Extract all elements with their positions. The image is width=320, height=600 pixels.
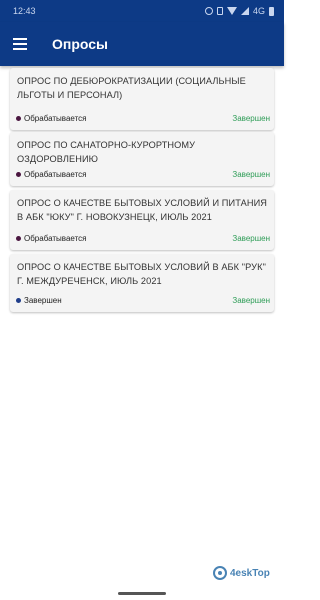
wifi-icon [226,7,237,15]
survey-title: ОПРОС О КАЧЕСТВЕ БЫТОВЫХ УСЛОВИЙ И ПИТАН… [17,198,268,222]
status-dot-icon [16,116,21,121]
gesture-nav-bar[interactable] [118,592,166,595]
survey-card[interactable]: ОПРОС О КАЧЕСТВЕ БЫТОВЫХ УСЛОВИЙ В АБК "… [10,254,274,312]
survey-title: ОПРОС ПО САНАТОРНО-КУРОРТНОМУ ОЗДОРОВЛЕН… [17,140,196,164]
survey-title: ОПРОС ПО ДЕБЮРОКРАТИЗАЦИИ (СОЦИАЛЬНЫЕ ЛЬ… [17,76,246,100]
survey-title: ОПРОС О КАЧЕСТВЕ БЫТОВЫХ УСЛОВИЙ В АБК "… [17,262,266,286]
alarm-icon [204,7,213,15]
status-bar: 12:43 4G [0,0,284,22]
survey-status: Обрабатывается [24,234,87,243]
signal-icon [240,7,249,15]
app-bar: Опросы [0,22,284,66]
survey-result: Завершен [232,296,270,305]
status-dot-icon [16,298,21,303]
watermark-logo-icon [213,566,227,580]
battery-icon [269,6,274,16]
survey-status: Обрабатывается [24,114,87,123]
survey-status: Обрабатывается [24,170,87,179]
status-time: 12:43 [13,6,36,16]
system-icons: 4G [204,0,274,22]
status-dot-icon [16,172,21,177]
survey-status: Завершен [24,296,62,305]
watermark: 4eskTop [213,566,270,580]
vibrate-icon [216,7,223,15]
survey-footer: Обрабатывается Завершен [10,228,274,250]
network-type-label: 4G [252,6,265,16]
hamburger-menu-icon[interactable] [10,33,32,55]
status-dot-icon [16,236,21,241]
survey-footer: Завершен Завершен [10,290,274,312]
survey-footer: Обрабатывается Завершен [10,108,274,130]
watermark-text: 4eskTop [230,567,270,579]
survey-result: Завершен [232,234,270,243]
survey-card[interactable]: ОПРОС ПО САНАТОРНО-КУРОРТНОМУ ОЗДОРОВЛЕН… [10,132,274,186]
survey-result: Завершен [232,114,270,123]
survey-footer: Обрабатывается Завершен [10,164,274,186]
page-title: Опросы [52,36,109,52]
survey-card[interactable]: ОПРОС О КАЧЕСТВЕ БЫТОВЫХ УСЛОВИЙ И ПИТАН… [10,190,274,250]
survey-card[interactable]: ОПРОС ПО ДЕБЮРОКРАТИЗАЦИИ (СОЦИАЛЬНЫЕ ЛЬ… [10,68,274,130]
survey-result: Завершен [232,170,270,179]
